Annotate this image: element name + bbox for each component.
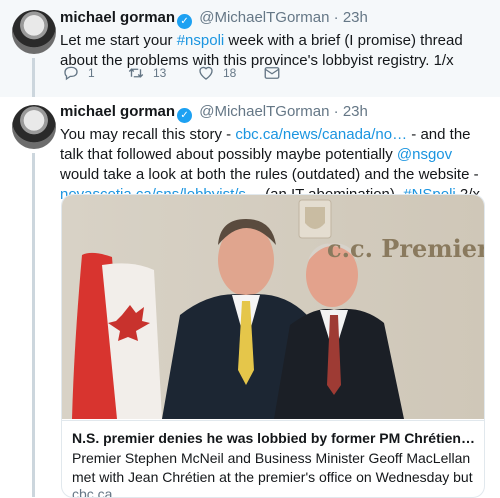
envelope-icon bbox=[264, 67, 280, 79]
tweet-text: You may recall this story - cbc.ca/news/… bbox=[60, 125, 490, 205]
card-text[interactable]: N.S. premier denies he was lobbied by fo… bbox=[62, 420, 484, 498]
heart-icon bbox=[199, 66, 213, 80]
timestamp[interactable]: 23h bbox=[343, 103, 368, 120]
tweet-2[interactable]: michael gorman ✓ @MichaelTGorman · 23h Yo… bbox=[0, 97, 500, 498]
like-count: 18 bbox=[223, 66, 237, 80]
author-name[interactable]: michael gorman bbox=[60, 103, 175, 120]
article-photo[interactable]: c.c. Premier bbox=[62, 195, 484, 419]
thread-connector bbox=[32, 58, 35, 97]
reply-button[interactable]: 1 bbox=[62, 64, 95, 82]
avatar[interactable] bbox=[12, 105, 56, 149]
separator: · bbox=[333, 9, 339, 26]
thread-connector bbox=[32, 153, 35, 497]
direct-message-button[interactable] bbox=[263, 64, 281, 82]
separator: · bbox=[333, 103, 339, 120]
like-button[interactable]: 18 bbox=[197, 64, 236, 82]
verified-badge-icon: ✓ bbox=[177, 14, 193, 29]
author-handle[interactable]: @MichaelTGorman bbox=[199, 9, 329, 26]
avatar[interactable] bbox=[12, 10, 56, 54]
tweet-1[interactable]: michael gorman ✓ @MichaelTGorman · 23h Le… bbox=[0, 0, 500, 98]
mention-link[interactable]: @nsgov bbox=[397, 146, 452, 163]
card-domain: cbc.ca bbox=[72, 486, 113, 498]
tweet-text-segment: You may recall this story - bbox=[60, 126, 236, 143]
tweet-text-segment: would take a look at both the rules (out… bbox=[60, 166, 479, 183]
timestamp[interactable]: 23h bbox=[343, 9, 368, 26]
retweet-count: 13 bbox=[153, 66, 167, 80]
tweet-text-segment: Let me start your bbox=[60, 32, 177, 49]
url-link[interactable]: cbc.ca/news/canada/no… bbox=[235, 126, 407, 143]
author-handle[interactable]: @MichaelTGorman bbox=[199, 103, 329, 120]
card-title[interactable]: N.S. premier denies he was lobbied by fo… bbox=[72, 429, 476, 448]
tweet-header: michael gorman ✓ @MichaelTGorman · 23h bbox=[60, 102, 490, 123]
card-description: Premier Stephen McNeil and Business Mini… bbox=[72, 450, 473, 485]
link-preview-card[interactable]: c.c. Premier N.S. premier denies he was … bbox=[61, 194, 485, 498]
retweet-button[interactable]: 13 bbox=[127, 64, 166, 82]
retweet-icon bbox=[128, 68, 144, 78]
hashtag-link[interactable]: #nspoli bbox=[177, 32, 225, 49]
reply-icon bbox=[64, 66, 78, 81]
verified-badge-icon: ✓ bbox=[177, 108, 193, 123]
article-photo-image: c.c. Premier bbox=[62, 195, 484, 419]
tweet-header: michael gorman ✓ @MichaelTGorman · 23h bbox=[60, 8, 490, 29]
author-name[interactable]: michael gorman bbox=[60, 9, 175, 26]
wall-sign-text: c.c. Premier bbox=[327, 234, 484, 263]
reply-count: 1 bbox=[88, 66, 95, 80]
